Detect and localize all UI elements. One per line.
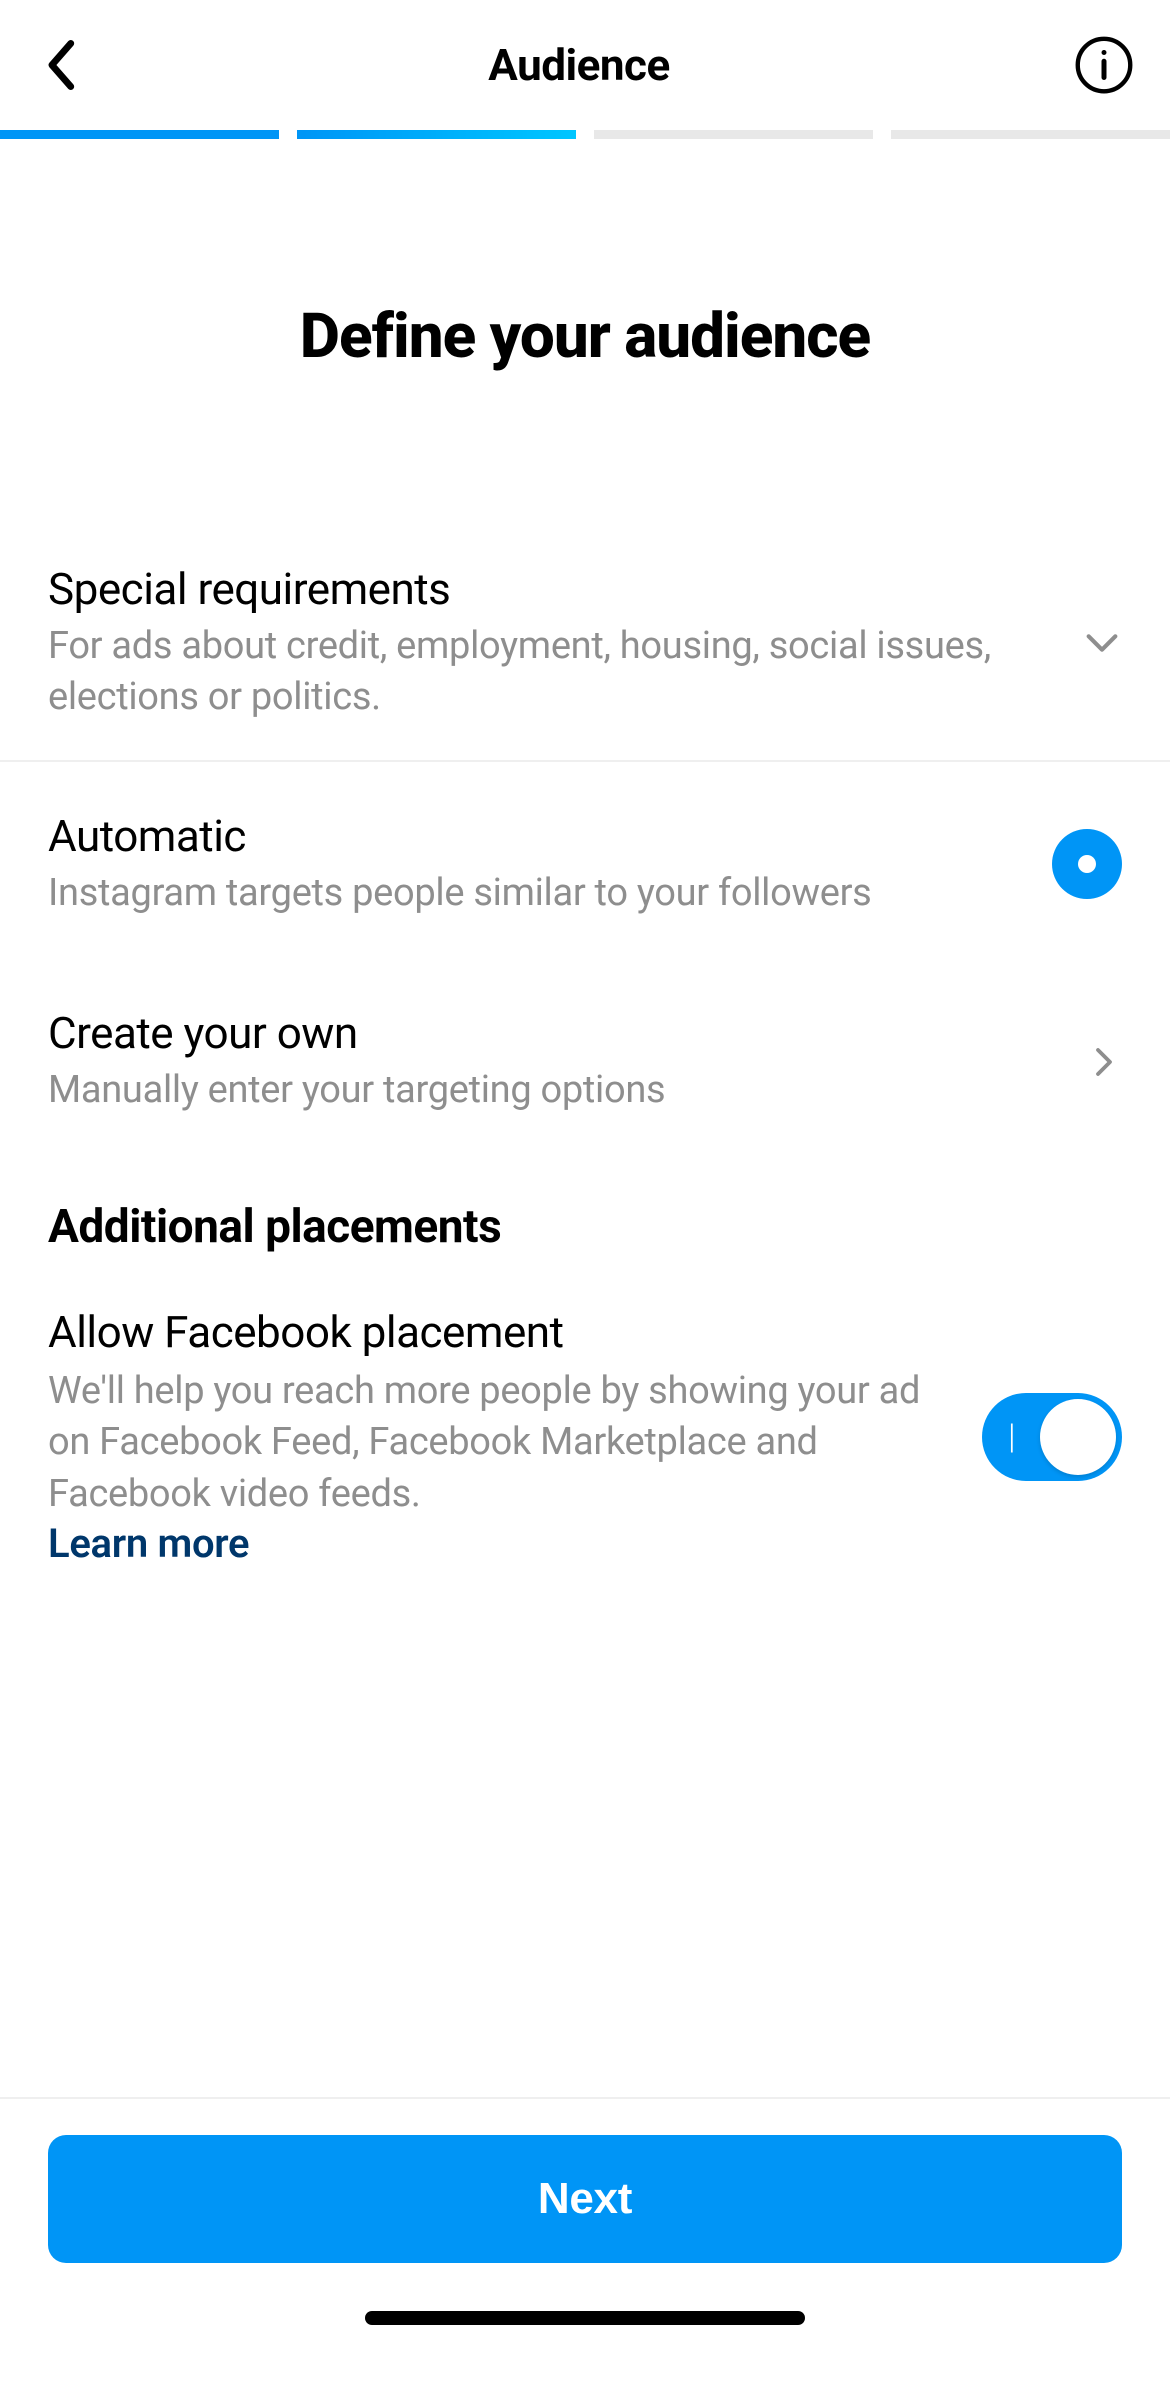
chevron-right-icon xyxy=(1086,1044,1122,1080)
radio-selected-icon xyxy=(1052,829,1122,899)
footer: Next xyxy=(0,2097,1170,2397)
info-button[interactable] xyxy=(1074,35,1134,95)
option-automatic[interactable]: Automatic Instagram targets people simil… xyxy=(0,762,1170,963)
progress-step-4 xyxy=(891,130,1170,139)
progress-step-3 xyxy=(594,130,873,139)
header-title: Audience xyxy=(488,39,670,91)
progress-step-1 xyxy=(0,130,279,139)
chevron-down-icon xyxy=(1082,623,1122,663)
progress-bar xyxy=(0,130,1170,140)
option-create-own-title: Create your own xyxy=(48,1007,1056,1059)
page-title: Define your audience xyxy=(0,300,1170,373)
facebook-placement-title: Allow Facebook placement xyxy=(48,1306,942,1358)
allow-facebook-placement-row: Allow Facebook placement We'll help you … xyxy=(0,1282,1170,1603)
option-automatic-subtitle: Instagram targets people similar to your… xyxy=(48,868,1022,919)
facebook-placement-subtitle: We'll help you reach more people by show… xyxy=(48,1366,942,1520)
next-button[interactable]: Next xyxy=(48,2135,1122,2263)
special-requirements-title: Special requirements xyxy=(48,563,1052,615)
facebook-placement-toggle[interactable] xyxy=(982,1393,1122,1481)
progress-step-2 xyxy=(297,130,576,139)
option-automatic-title: Automatic xyxy=(48,810,1022,862)
special-requirements-subtitle: For ads about credit, employment, housin… xyxy=(48,621,1052,724)
chevron-left-icon xyxy=(43,38,77,92)
learn-more-link[interactable]: Learn more xyxy=(48,1520,249,1567)
option-create-own-subtitle: Manually enter your targeting options xyxy=(48,1065,1056,1116)
home-indicator xyxy=(365,2311,805,2325)
info-icon xyxy=(1074,35,1134,95)
back-button[interactable] xyxy=(36,41,84,89)
special-requirements-row[interactable]: Special requirements For ads about credi… xyxy=(0,533,1170,762)
option-create-your-own[interactable]: Create your own Manually enter your targ… xyxy=(0,963,1170,1152)
additional-placements-heading: Additional placements xyxy=(0,1152,1170,1282)
header: Audience xyxy=(0,0,1170,130)
